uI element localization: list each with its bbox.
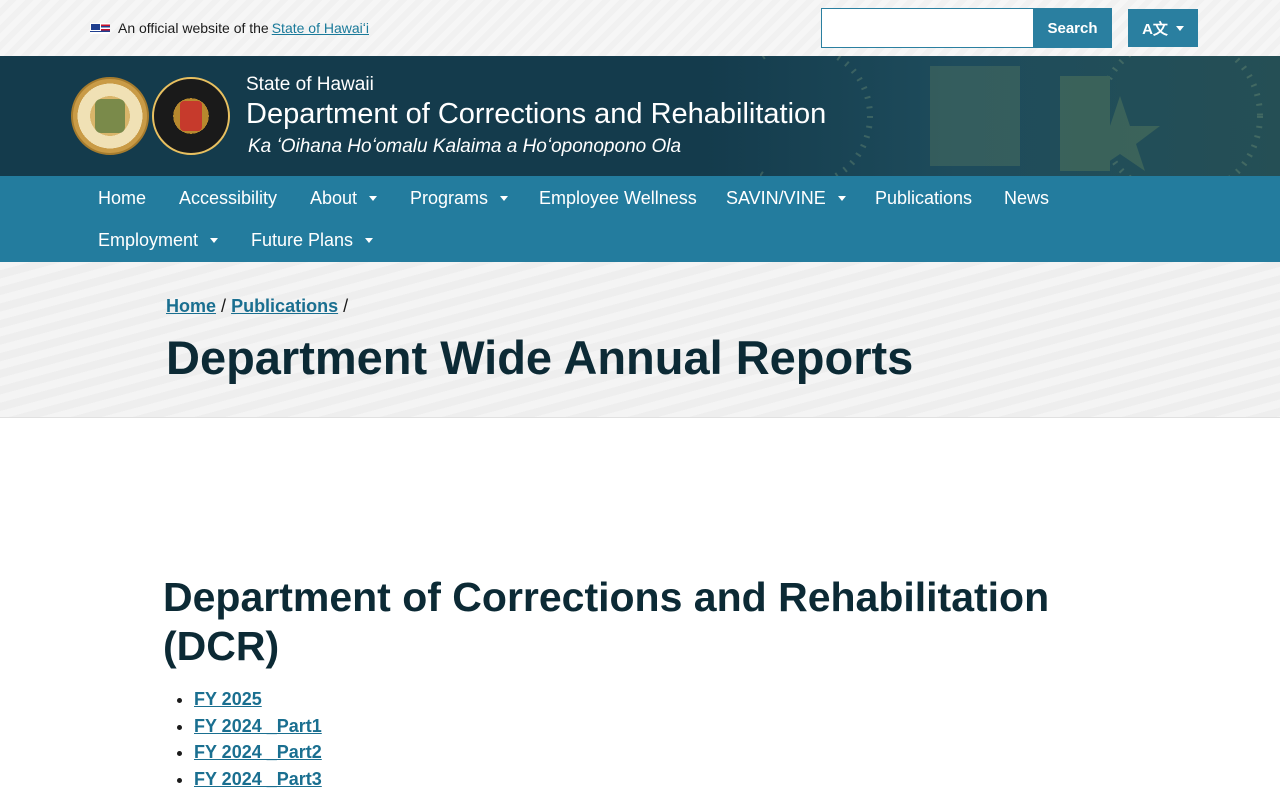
nav-item-future-plans[interactable]: Future Plans [251,227,374,253]
breadcrumb-separator: / [221,296,227,316]
nav-label: Programs [410,187,489,208]
report-link-fy2025[interactable]: FY 2025 [194,689,262,709]
dcr-seal-icon [152,77,230,155]
nav-item-publications[interactable]: Publications [875,185,972,211]
header-hawaiian-subtitle: Ka ʻOihana Hoʻomalu Kalaima a Hoʻoponopo… [248,136,682,157]
page-title-band: Home / Publications / Department Wide An… [0,262,1280,418]
utility-bar: An official website of the State of Hawa… [0,0,1280,56]
nav-label: Employment [98,229,199,250]
list-item: FY 2024 _Part2 [194,739,322,766]
official-text: An official website of the [118,20,269,36]
nav-item-employment[interactable]: Employment [98,227,219,253]
nav-item-programs[interactable]: Programs [410,185,509,211]
caret-down-icon [365,237,374,243]
translate-label: A文 [1142,20,1168,38]
main-navigation: Home Accessibility About Programs Employ… [0,176,1280,262]
report-link-fy2024-part1[interactable]: FY 2024 _Part1 [194,716,322,736]
nav-item-home[interactable]: Home [98,185,146,211]
site-header: State of Hawaii Department of Correction… [0,56,1280,176]
hawaii-flag-icon [90,22,110,34]
report-link-fy2024-part3[interactable]: FY 2024 _Part3 [194,769,322,789]
caret-down-icon [837,195,846,201]
nav-item-employee-wellness[interactable]: Employee Wellness [539,185,697,211]
nav-label: Future Plans [251,229,354,250]
list-item: FY 2025 [194,686,322,713]
nav-label: News [1004,187,1050,208]
search-button[interactable]: Search [1033,8,1112,48]
header-department-title[interactable]: Department of Corrections and Rehabilita… [246,98,826,131]
nav-label: Accessibility [179,187,278,208]
official-site-banner: An official website of the State of Hawa… [90,20,369,36]
caret-down-icon [210,237,219,243]
list-item: FY 2024 _Part3 [194,766,322,793]
state-seal-icon [71,77,149,155]
nav-label: About [310,187,358,208]
page-title: Department Wide Annual Reports [166,331,914,384]
nav-item-savin-vine[interactable]: SAVIN/VINE [726,185,846,211]
list-item: FY 2024 _Part1 [194,713,322,740]
annual-reports-list: FY 2025 FY 2024 _Part1 FY 2024 _Part2 FY… [194,686,322,793]
nav-label: Employee Wellness [539,187,697,208]
caret-down-icon [1175,25,1184,31]
breadcrumb-home-link[interactable]: Home [166,296,216,316]
nav-item-news[interactable]: News [1004,185,1049,211]
breadcrumb-separator: / [343,296,349,316]
search-input[interactable] [821,8,1033,48]
header-state-name: State of Hawaii [246,74,374,95]
nav-item-accessibility[interactable]: Accessibility [179,185,277,211]
nav-label: Publications [875,187,973,208]
caret-down-icon [369,195,378,201]
state-of-hawaii-link[interactable]: State of Hawaiʻi [272,20,369,36]
nav-item-about[interactable]: About [310,185,378,211]
site-search: Search [821,8,1112,48]
translate-button[interactable]: A文 [1128,9,1198,47]
nav-label: Home [98,187,147,208]
header-pattern-decoration [760,56,1263,176]
breadcrumb-publications-link[interactable]: Publications [231,296,338,316]
caret-down-icon [500,195,509,201]
breadcrumb: Home / Publications / [166,296,348,317]
nav-label: SAVIN/VINE [726,187,826,208]
report-link-fy2024-part2[interactable]: FY 2024 _Part2 [194,742,322,762]
section-title: Department of Corrections and Rehabilita… [163,574,1050,669]
